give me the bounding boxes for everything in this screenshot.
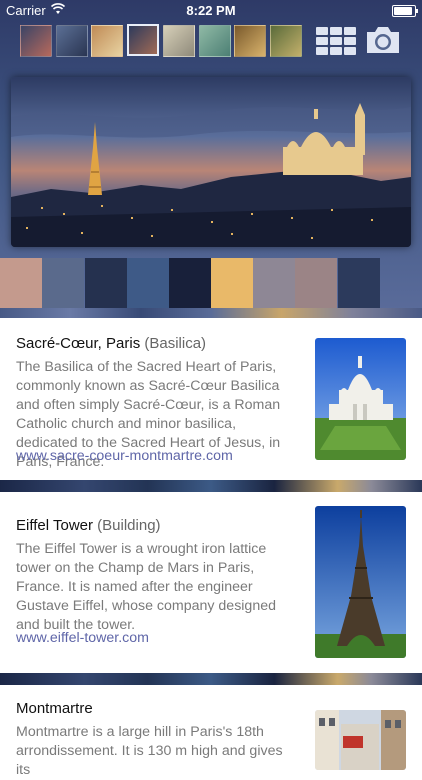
color-palette (0, 258, 422, 308)
thumbnail-8[interactable] (270, 25, 302, 57)
palette-swatch-2[interactable] (85, 258, 127, 308)
battery-icon (392, 5, 418, 17)
palette-swatch-7[interactable] (295, 258, 337, 308)
basilica-photo-icon[interactable] (315, 338, 406, 460)
thumbnail-3[interactable] (91, 25, 123, 57)
card-divider (0, 480, 422, 492)
place-card-sacre-coeur[interactable]: Sacré-Cœur, Paris (Basilica) The Basilic… (0, 318, 422, 480)
place-card-montmartre[interactable]: Montmartre Montmartre is a large hill in… (0, 685, 422, 778)
palette-swatch-6[interactable] (253, 258, 295, 308)
gradient-divider (0, 308, 422, 318)
palette-swatch-4[interactable] (169, 258, 211, 308)
thumbnail-6[interactable] (199, 25, 231, 57)
place-description: Montmartre is a large hill in Paris's 18… (16, 724, 283, 778)
place-description: The Eiffel Tower is a wrought iron latti… (16, 541, 276, 633)
thumbnail-1[interactable] (20, 25, 52, 57)
street-photo-icon[interactable] (315, 710, 406, 770)
thumbnail-7[interactable] (234, 25, 266, 57)
clock: 8:22 PM (186, 3, 236, 18)
place-name: Sacré-Cœur, Paris (16, 335, 141, 352)
place-name: Montmartre (16, 700, 93, 717)
palette-swatch-5[interactable] (211, 258, 253, 308)
palette-swatch-8[interactable] (338, 258, 380, 308)
status-bar: Carrier 8:22 PM (0, 0, 422, 22)
place-category: (Basilica) (144, 335, 207, 352)
palette-swatch-1[interactable] (42, 258, 84, 308)
header-panel: Carrier 8:22 PM (0, 0, 422, 318)
palette-swatch-3[interactable] (127, 258, 169, 308)
camera-icon[interactable] (364, 24, 402, 56)
palette-swatch-0[interactable] (0, 258, 42, 308)
place-card-eiffel-tower[interactable]: Eiffel Tower (Building) The Eiffel Tower… (0, 492, 422, 673)
grid-view-icon[interactable] (316, 27, 356, 55)
main-photo (11, 77, 411, 247)
place-title: Eiffel Tower (Building) (16, 517, 161, 534)
place-website-link[interactable]: www.eiffel-tower.com (16, 630, 149, 646)
card-divider (0, 673, 422, 685)
thumbnail-2[interactable] (56, 25, 88, 57)
place-category: (Building) (97, 517, 161, 534)
thumbnail-4-selected[interactable] (127, 24, 159, 56)
place-title: Sacré-Cœur, Paris (Basilica) (16, 335, 206, 352)
place-website-link[interactable]: www.sacre-coeur-montmartre.com (16, 448, 233, 464)
place-name: Eiffel Tower (16, 517, 93, 534)
thumbnail-5[interactable] (163, 25, 195, 57)
place-title: Montmartre (16, 700, 93, 717)
tower-photo-icon[interactable] (315, 506, 406, 658)
